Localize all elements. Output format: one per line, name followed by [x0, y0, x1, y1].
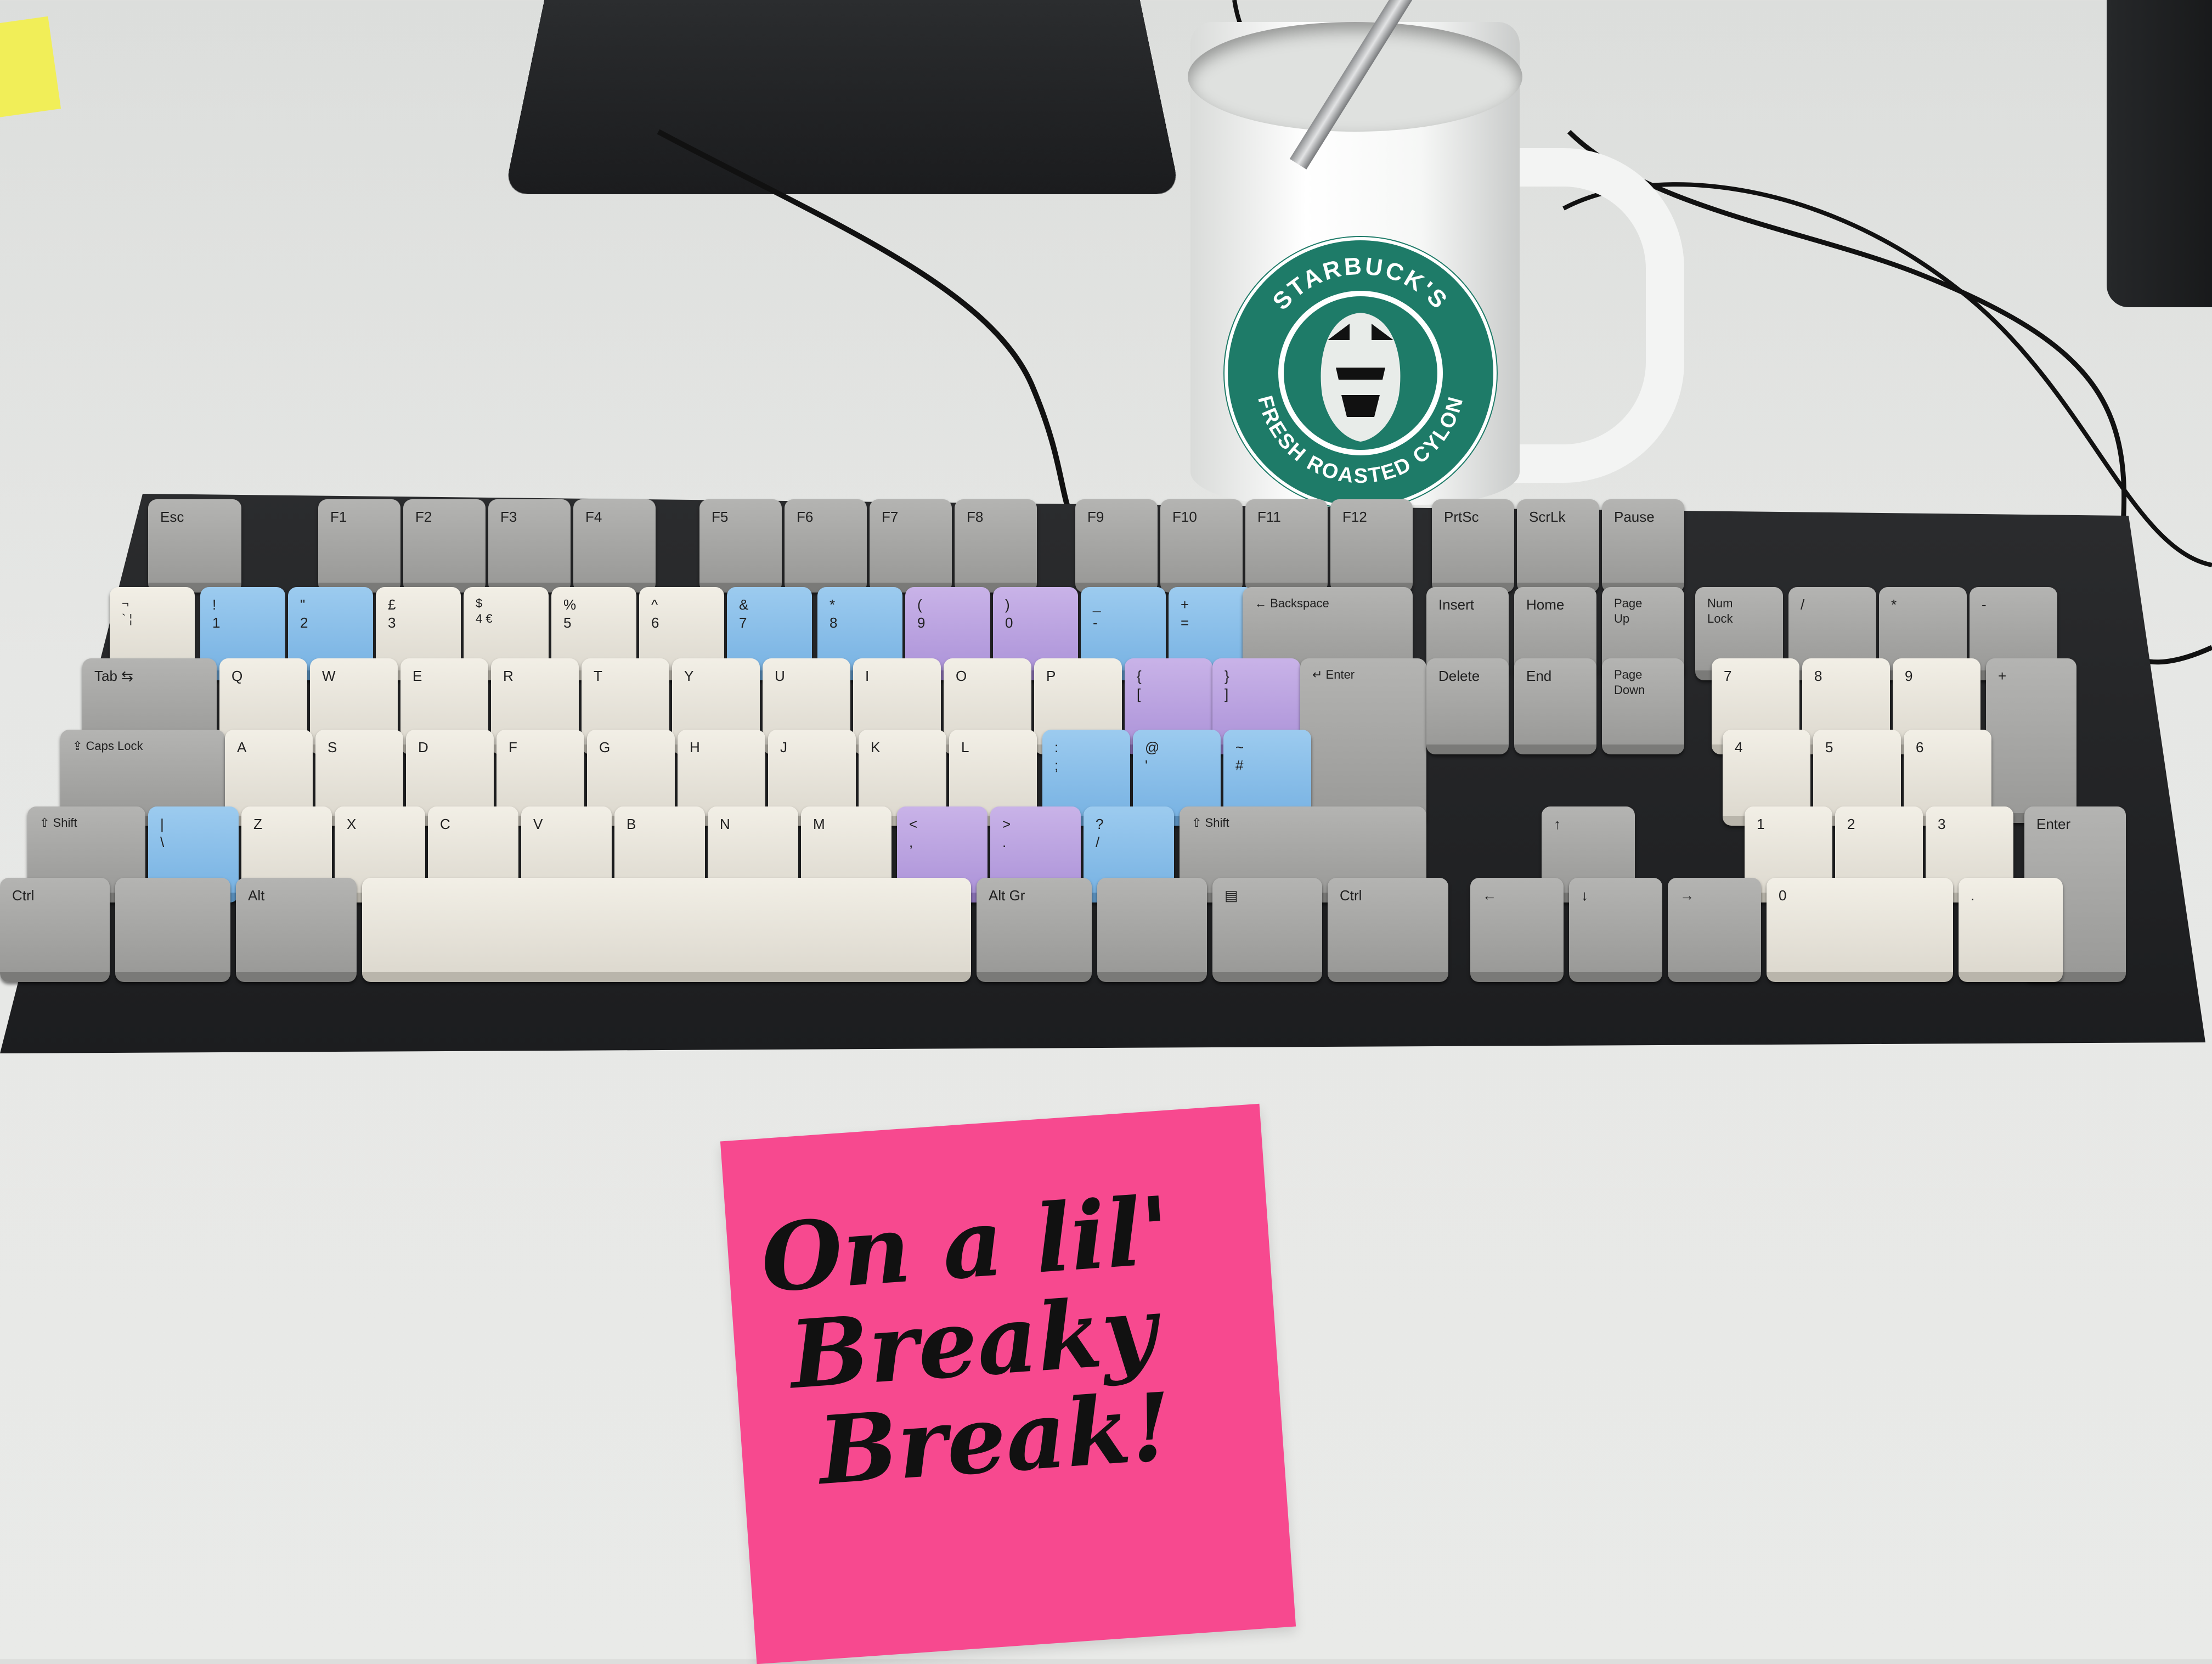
key-5-10: →: [1668, 878, 1761, 982]
key-2-15: End: [1514, 658, 1596, 754]
key-0-6: F6: [785, 499, 867, 593]
key-5-9: ↓: [1569, 878, 1662, 982]
key-0-0: Esc: [148, 499, 241, 593]
pink-sticky-note: On a lil' Breaky Break!: [720, 1103, 1296, 1664]
key-0-10: F10: [1160, 499, 1243, 593]
key-0-13: PrtSc: [1432, 499, 1514, 593]
key-0-4: F4: [573, 499, 656, 593]
key-0-12: F12: [1330, 499, 1413, 593]
key-0-1: F1: [318, 499, 400, 593]
key-2-16: Page Down: [1602, 658, 1684, 754]
key-0-5: F5: [699, 499, 782, 593]
key-0-3: F3: [488, 499, 571, 593]
key-5-8: ←: [1470, 878, 1564, 982]
key-0-14: ScrLk: [1517, 499, 1599, 593]
key-5-7: Ctrl: [1328, 878, 1448, 982]
key-5-1: [115, 878, 230, 982]
key-5-3: [362, 878, 971, 982]
key-5-12: .: [1959, 878, 2063, 982]
key-0-7: F7: [870, 499, 952, 593]
key-2-20: +: [1986, 658, 2076, 823]
key-5-5: [1097, 878, 1207, 982]
sticky-note-text: On a lil' Breaky Break!: [758, 1176, 1260, 1506]
key-5-11: 0: [1767, 878, 1953, 982]
key-5-4: Alt Gr: [977, 878, 1092, 982]
key-5-2: Alt: [236, 878, 357, 982]
key-5-6: ▤: [1212, 878, 1322, 982]
key-2-14: Delete: [1426, 658, 1509, 754]
key-5-0: Ctrl: [0, 878, 110, 982]
key-0-2: F2: [403, 499, 486, 593]
key-0-11: F11: [1245, 499, 1328, 593]
key-0-15: Pause: [1602, 499, 1684, 593]
key-2-13: ↵ Enter: [1300, 658, 1426, 826]
key-0-9: F9: [1075, 499, 1158, 593]
key-0-8: F8: [955, 499, 1037, 593]
